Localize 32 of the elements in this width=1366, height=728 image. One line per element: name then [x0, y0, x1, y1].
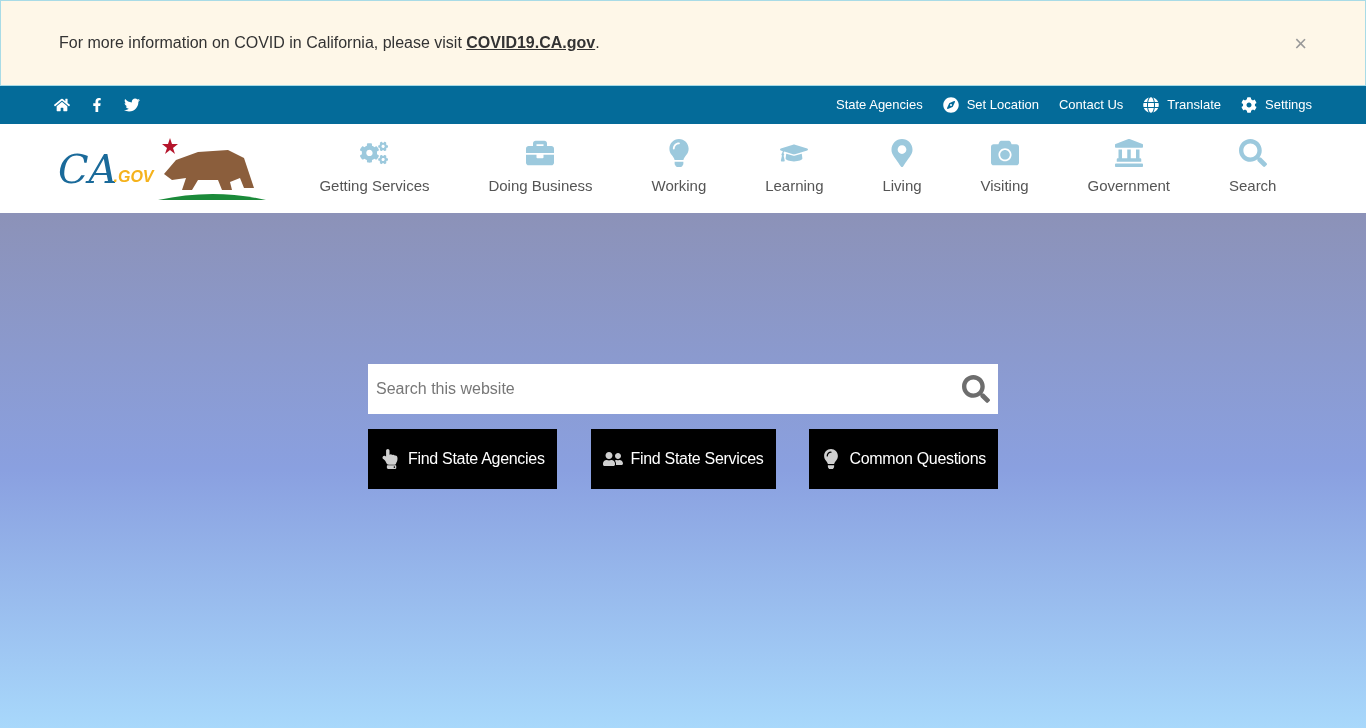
- nav-item[interactable]: Learning: [765, 139, 824, 198]
- nav-item[interactable]: Visiting: [980, 139, 1029, 198]
- quick-link-button[interactable]: Find State Services: [590, 429, 776, 489]
- covid-link[interactable]: COVID19.CA.gov: [466, 34, 596, 51]
- nav-item[interactable]: Getting Services: [319, 139, 430, 198]
- search-icon[interactable]: [962, 375, 990, 403]
- search-field[interactable]: Search this website: [368, 364, 998, 414]
- logo-text[interactable]: CA.GOV: [58, 148, 154, 189]
- compass-icon: [942, 97, 959, 113]
- settings-icon: [1241, 97, 1257, 113]
- utility-link[interactable]: Settings: [1265, 95, 1312, 115]
- briefcase-icon: [526, 139, 555, 168]
- home-icon[interactable]: [54, 97, 70, 113]
- pointer-hand-icon: [380, 449, 400, 469]
- utility-link[interactable]: State Agencies: [835, 95, 923, 115]
- nav-item[interactable]: Living: [882, 139, 922, 198]
- nav-item[interactable]: Doing Business: [488, 139, 593, 198]
- people-icon: [602, 449, 623, 469]
- camera-icon: [990, 139, 1019, 168]
- utility-link[interactable]: Set Location: [966, 95, 1039, 115]
- nav-item[interactable]: Government: [1087, 139, 1171, 198]
- globe-icon: [1143, 97, 1160, 113]
- nav-item[interactable]: Search: [1228, 139, 1277, 198]
- facebook-icon[interactable]: [90, 98, 104, 112]
- utility-link[interactable]: Translate: [1167, 95, 1221, 115]
- twitter-icon[interactable]: [124, 97, 140, 113]
- utility-link[interactable]: Contact Us: [1059, 95, 1124, 115]
- search-icon: [1238, 139, 1267, 168]
- alert-message: For more information on COVID in California, please visit COVID19.CA.gov.: [59, 33, 600, 53]
- quick-link-button[interactable]: Common Questions: [809, 429, 998, 489]
- nav-item[interactable]: Working: [651, 139, 707, 198]
- quick-link-button[interactable]: Find State Agencies: [368, 429, 557, 489]
